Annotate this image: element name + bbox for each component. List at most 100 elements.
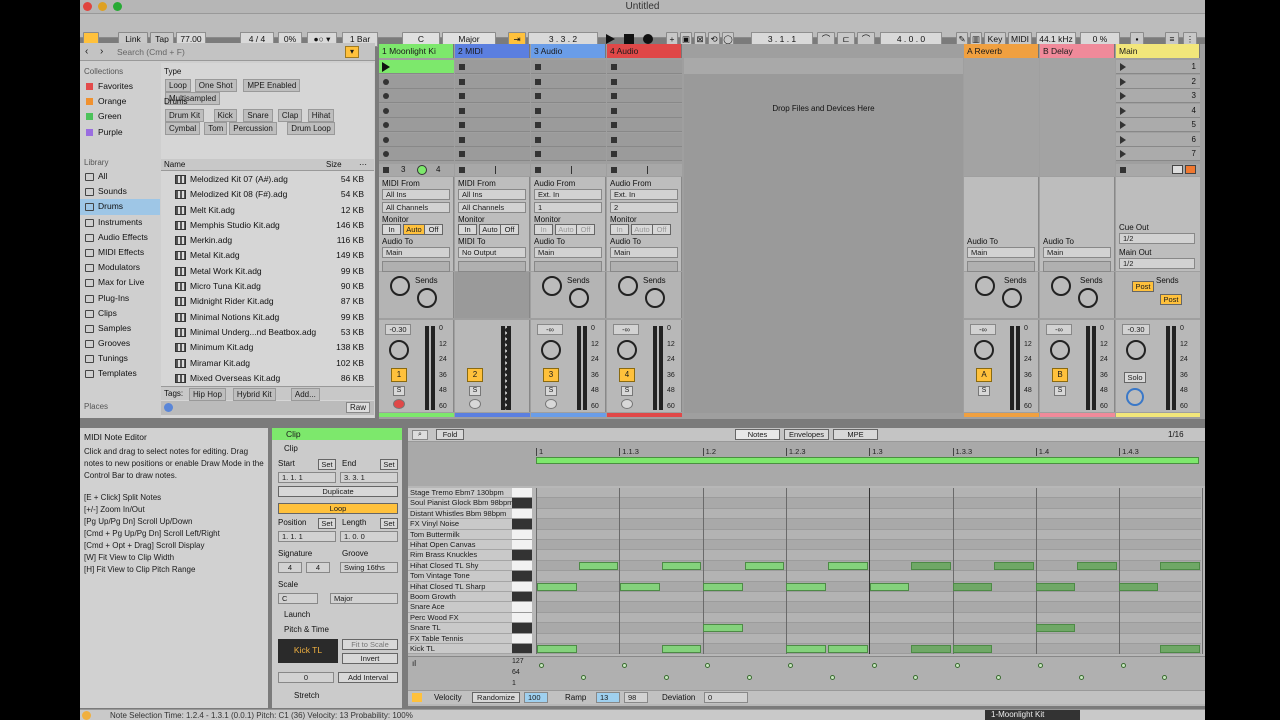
clip-stop-icon[interactable] <box>611 93 617 99</box>
clip-slot[interactable] <box>379 60 454 74</box>
preview-icon[interactable] <box>164 403 173 412</box>
send-b-knob[interactable] <box>1002 288 1022 308</box>
clip-slot[interactable] <box>607 147 682 161</box>
library-item[interactable]: Audio Effects <box>80 230 160 245</box>
clip-stop-icon[interactable] <box>535 93 541 99</box>
output-channel-select[interactable] <box>610 261 678 272</box>
length-field[interactable]: 1. 0. 0 <box>340 531 398 542</box>
midi-note[interactable] <box>952 582 993 591</box>
send-a-knob[interactable] <box>390 276 410 296</box>
file-row[interactable]: Melodized Kit 07 (A#).adg 54 KB <box>161 172 374 187</box>
file-row[interactable]: Minimal Underg...nd Beatbox.adg 53 KB <box>161 325 374 340</box>
main-out-select[interactable]: 1/2 <box>1119 258 1195 269</box>
lane-name[interactable]: Hihat Closed TL Shy <box>408 560 512 572</box>
output-select[interactable]: Main <box>967 247 1035 258</box>
velocity-handle[interactable] <box>1037 663 1043 668</box>
post-button[interactable]: Post <box>1132 281 1154 292</box>
clip-slot[interactable] <box>531 103 606 118</box>
scene-launch[interactable]: 6 <box>1116 132 1200 147</box>
piano-key[interactable] <box>512 498 532 509</box>
filter-tag[interactable]: MPE Enabled <box>243 79 301 92</box>
launch-section-label[interactable]: Launch <box>284 610 310 619</box>
clip-record-icon[interactable] <box>383 78 389 85</box>
velocity-handle[interactable] <box>1120 663 1126 668</box>
track-header[interactable]: 2 MIDI <box>455 44 530 58</box>
stop-clip-icon[interactable] <box>459 167 465 173</box>
filter-tag[interactable]: Snare <box>243 109 273 122</box>
start-field[interactable]: 1. 1. 1 <box>278 472 336 483</box>
library-item[interactable]: Drums <box>80 199 160 215</box>
clip-slot[interactable] <box>607 103 682 118</box>
invert-button[interactable]: Invert <box>342 653 398 664</box>
scene-launch[interactable]: 3 <box>1116 89 1200 103</box>
clip-record-icon[interactable] <box>383 136 389 143</box>
pan-knob[interactable] <box>1050 340 1070 360</box>
editor-tab[interactable]: Notes <box>735 429 780 440</box>
solo-button[interactable]: S <box>469 386 481 396</box>
velocity-handle[interactable] <box>954 663 960 668</box>
library-item[interactable]: MIDI Effects <box>80 245 160 260</box>
clip-stop-icon[interactable] <box>459 136 465 143</box>
output-select[interactable]: No Output <box>458 247 526 258</box>
collection-item[interactable]: Orange <box>80 94 160 109</box>
lane-name[interactable]: Soul Pianist Glock Bbm 98bpm <box>408 498 512 509</box>
file-row[interactable]: Miramar Kit.adg 102 KB <box>161 356 374 371</box>
lane-name[interactable]: Hihat Open Canvas <box>408 540 512 551</box>
library-item[interactable]: Sounds <box>80 184 160 199</box>
scene-play-icon[interactable] <box>1120 77 1126 86</box>
arm-button[interactable] <box>469 399 481 409</box>
piano-key[interactable] <box>512 540 532 551</box>
filter-tag[interactable]: Clap <box>277 109 303 122</box>
file-row[interactable]: Melt Kit.adg 12 KB <box>161 203 374 218</box>
stop-all-icon[interactable] <box>1120 167 1126 173</box>
piano-key[interactable] <box>512 488 532 499</box>
monitor-off-button[interactable]: Off <box>652 224 671 235</box>
midi-note[interactable] <box>1118 582 1159 591</box>
piano-key[interactable] <box>512 571 532 582</box>
midi-note[interactable] <box>661 561 702 570</box>
library-item[interactable]: Samples <box>80 321 160 336</box>
input-channel-select[interactable]: 2 <box>610 202 678 213</box>
midi-note[interactable] <box>744 561 785 570</box>
volume-field[interactable]: -0.30 <box>385 324 411 335</box>
file-row[interactable]: Metal Work Kit.adg 99 KB <box>161 264 374 279</box>
clip-stop-icon[interactable] <box>459 64 465 70</box>
name-column-header[interactable]: Name <box>164 160 185 169</box>
clip-slot[interactable] <box>379 74 454 89</box>
input-source-select[interactable]: All Ins <box>382 189 450 200</box>
scene-launch[interactable]: 7 <box>1116 147 1200 161</box>
clip-stop-icon[interactable] <box>459 122 465 128</box>
filter-tag[interactable]: Percussion <box>229 122 277 135</box>
scene-launch[interactable]: 1 <box>1116 60 1200 74</box>
lane-name[interactable]: Snare Ace <box>408 602 512 613</box>
track-header[interactable]: B Delay <box>1040 44 1115 58</box>
clip-stop-icon[interactable] <box>459 78 465 85</box>
clip-stop-icon[interactable] <box>459 107 465 114</box>
clip-slot[interactable] <box>455 132 530 147</box>
scene-view-icon[interactable] <box>1172 165 1183 174</box>
monitor-auto-button[interactable]: Auto <box>479 224 501 235</box>
midi-note[interactable] <box>827 645 868 653</box>
post-button[interactable]: Post <box>1160 294 1182 305</box>
send-b-knob[interactable] <box>1078 288 1098 308</box>
raw-button[interactable]: Raw <box>346 402 371 413</box>
lane-name[interactable]: Hihat Closed TL Sharp <box>408 581 512 592</box>
midi-note[interactable] <box>620 582 660 591</box>
midi-note[interactable] <box>1035 582 1076 591</box>
clip-slot[interactable] <box>379 118 454 132</box>
clip-stop-icon[interactable] <box>611 107 617 114</box>
filter-tag[interactable]: One Shot <box>194 79 237 92</box>
midi-note[interactable] <box>827 561 868 570</box>
clip-slot[interactable] <box>607 89 682 103</box>
volume-field[interactable]: -∞ <box>537 324 563 335</box>
send-a-knob[interactable] <box>542 276 562 296</box>
signature-numerator-field[interactable]: 4 <box>278 562 302 573</box>
preview-bar[interactable]: Raw <box>161 401 374 415</box>
velocity-handle[interactable] <box>913 675 919 680</box>
library-item[interactable]: Modulators <box>80 260 160 275</box>
arm-button[interactable] <box>545 399 557 409</box>
end-field[interactable]: 3. 3. 1 <box>340 472 398 483</box>
more-options-icon[interactable]: ⋯ <box>359 160 367 169</box>
end-set-button[interactable]: Set <box>380 459 398 470</box>
send-a-knob[interactable] <box>975 276 995 296</box>
